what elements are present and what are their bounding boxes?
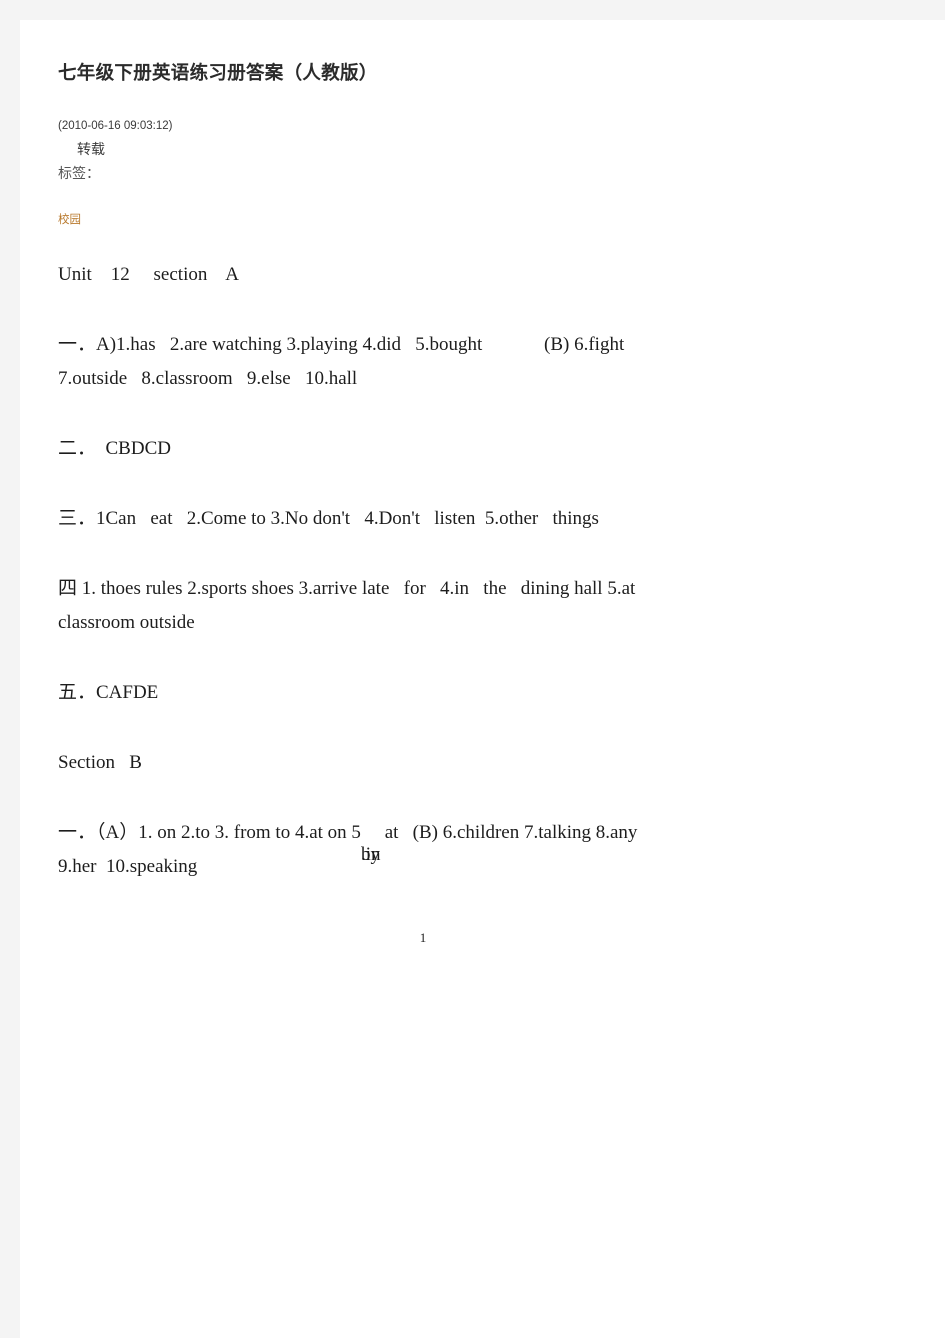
section-4-line-1: 四 1. thoes rules 2.sports shoes 3.arrive… [58,578,636,599]
repost-label: 转载 [77,141,105,157]
section-1-line-2: 7.outside 8.classroom 9.else 10.hall [58,368,358,389]
section-5: 五．CAFDE [58,682,159,703]
section-1-line-1: 一．A)1.has 2.are watching 3.playing 4.did… [58,334,625,355]
page-number: 1 [419,930,427,945]
post-timestamp: (2010-06-16 09:03:12) [58,120,173,132]
section-b-line-1-suffix: at (B) 6.children 7.talking 8.any [360,822,638,843]
section-b-line-1: 一．（A）1. on 2.to 3. from to 4.at on 5 .in b… [58,816,858,865]
tags-label: 标签： [58,165,100,181]
document-page: 七年级下册英语练习册答案（人教版） (2010-06-16 09:03:12) … [20,20,945,1338]
section-3: 三．1Can eat 2.Come to 3.No don't 4.Don't … [58,508,599,529]
section-b-line-2: 9.her 10.speaking [58,856,198,877]
section-4-line-2: classroom outside [58,612,195,633]
tag-link-campus[interactable]: 校园 [58,212,81,228]
section-b-line-1-prefix: 一．（A）1. on 2.to 3. from to 4.at on 5 [58,822,361,843]
document-content: 七年级下册英语练习册答案（人教版） (2010-06-16 09:03:12) … [58,60,858,946]
answer-key-body: Unit 12 section A 一．A)1.has 2.are watchi… [58,258,858,946]
overlapping-glyph-by: by [360,844,380,865]
section-b-heading: Section B [58,752,142,773]
section-2: 二． CBDCD [58,438,171,459]
post-metadata: (2010-06-16 09:03:12) 转载 标签： 校园 [58,118,858,228]
page-title: 七年级下册英语练习册答案（人教版） [58,62,378,83]
unit-heading: Unit 12 section A [58,264,240,285]
